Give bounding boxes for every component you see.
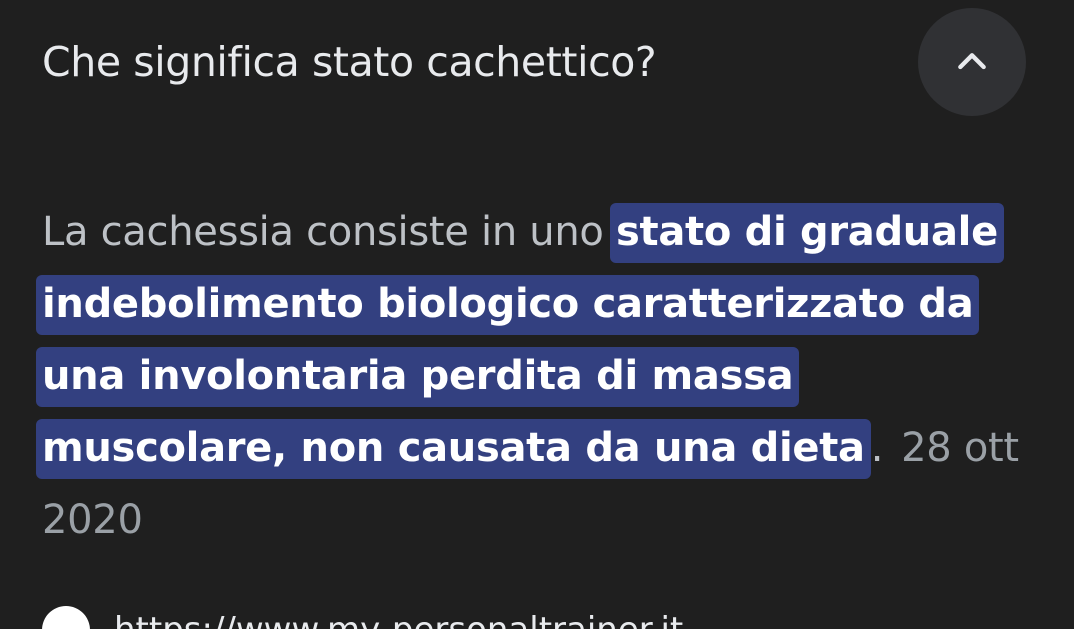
favicon-icon <box>42 606 90 629</box>
collapse-button[interactable] <box>918 8 1026 116</box>
source-url[interactable]: https://www.my-personaltrainer.it <box>114 610 683 629</box>
chevron-up-icon <box>958 53 986 70</box>
question-title[interactable]: Che significa stato cachettico? <box>42 36 882 88</box>
answer-text: La cachessia consiste in uno stato di gr… <box>36 196 1032 556</box>
answer-period: . <box>870 425 884 471</box>
featured-snippet-card: Che significa stato cachettico? La cache… <box>0 0 1074 629</box>
answer-lead: La cachessia consiste in uno <box>42 209 616 255</box>
source-link[interactable]: https://www.my-personaltrainer.it <box>42 606 683 629</box>
